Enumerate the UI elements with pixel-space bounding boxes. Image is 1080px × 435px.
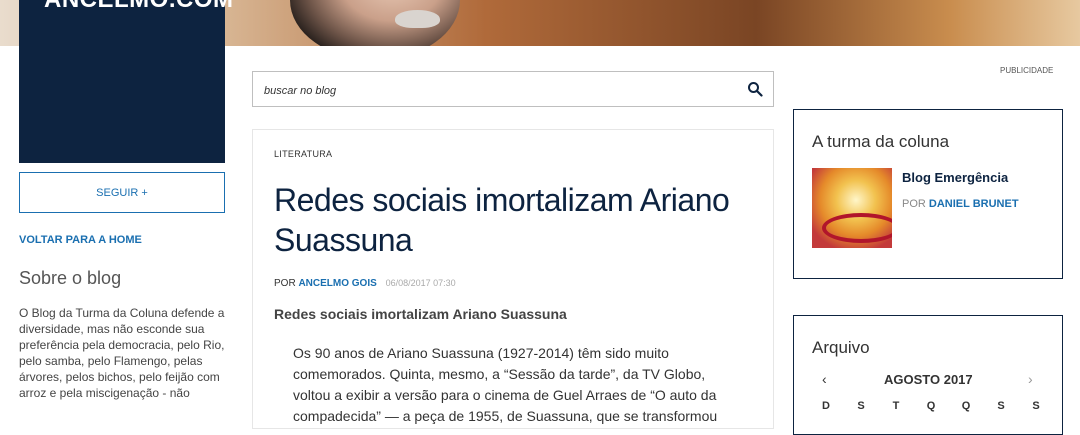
article-card: LITERATURA Redes sociais imortalizam Ari… (252, 129, 774, 429)
weekday-fri: S (997, 400, 1005, 412)
article-lead: Redes sociais imortalizam Ariano Suassun… (274, 306, 567, 322)
blog-thumbnail[interactable] (812, 168, 892, 248)
weekday-wed: Q (926, 400, 936, 412)
team-byline-prefix: POR (902, 198, 926, 210)
about-text: O Blog da Turma da Coluna defende a dive… (19, 306, 225, 400)
follow-button[interactable]: SEGUIR + (19, 172, 225, 213)
weekday-mon: S (857, 400, 865, 412)
archive-title: Arquivo (812, 338, 870, 357)
team-blog-link[interactable]: Blog Emergência (902, 170, 1008, 185)
columnist-photo-detail (395, 10, 440, 28)
byline-prefix: POR (274, 278, 296, 289)
weekday-sat: S (1032, 400, 1040, 412)
ad-label: PUBLICIDADE (1000, 66, 1054, 75)
logo-block[interactable]: ANCELMO.COM (19, 0, 233, 163)
archive-widget: Arquivo ‹ AGOSTO 2017 › D S T Q Q S S (793, 315, 1063, 435)
team-widget-title: A turma da coluna (812, 132, 950, 151)
team-widget: A turma da coluna Blog Emergência POR DA… (793, 109, 1063, 279)
weekday-tue: T (892, 400, 900, 412)
prev-month-button[interactable]: ‹ (822, 371, 827, 387)
article-author-link[interactable]: ANCELMO GOIS (298, 278, 376, 289)
search-input[interactable] (262, 81, 736, 101)
weekday-header: D S T Q Q S S (816, 400, 1046, 412)
weekday-thu: Q (961, 400, 971, 412)
stethoscope-image (822, 213, 892, 243)
article-byline: POR ANCELMO GOIS 06/08/2017 07:30 (274, 278, 456, 289)
next-month-button[interactable]: › (1028, 371, 1033, 387)
article-body: Os 90 anos de Ariano Suassuna (1927-2014… (293, 345, 718, 424)
archive-month: AGOSTO 2017 (884, 372, 973, 387)
site-logo[interactable]: ANCELMO.COM (44, 0, 233, 14)
team-blog-author-link[interactable]: DANIEL BRUNET (929, 198, 1019, 210)
about-title: Sobre o blog (19, 268, 122, 288)
article-date: 06/08/2017 07:30 (385, 278, 456, 288)
search-icon[interactable] (747, 81, 763, 97)
article-category[interactable]: LITERATURA (274, 149, 332, 159)
team-blog-byline: POR DANIEL BRUNET (902, 198, 1019, 210)
back-to-home-link[interactable]: VOLTAR PARA A HOME (19, 234, 142, 246)
blog-search (252, 71, 774, 107)
article-title[interactable]: Redes sociais imortalizam Ariano Suassun… (274, 180, 734, 260)
weekday-sun: D (822, 400, 830, 412)
